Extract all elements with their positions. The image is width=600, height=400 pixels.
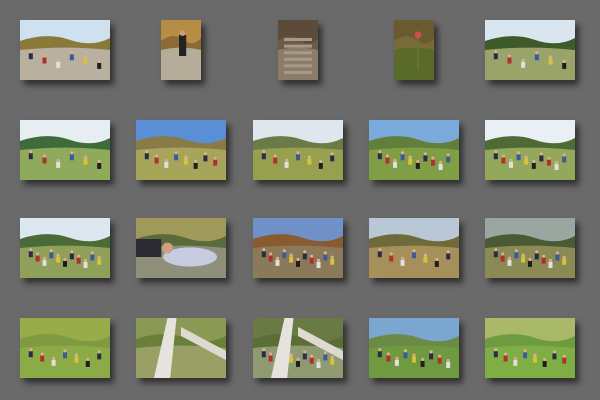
photo-thumbnail-r3c5[interactable] (485, 218, 575, 278)
photo-image (161, 20, 201, 80)
photo-thumbnail-r4c3[interactable] (253, 318, 343, 378)
photo-image (485, 120, 575, 180)
photo-thumbnail-r1c1[interactable] (20, 20, 110, 80)
photo-image (369, 318, 459, 378)
photo-image (253, 218, 343, 278)
photo-image (20, 20, 110, 80)
photo-thumbnail-r3c3[interactable] (253, 218, 343, 278)
photo-thumbnail-r4c1[interactable] (20, 318, 110, 378)
photo-thumbnail-r2c5[interactable] (485, 120, 575, 180)
photo-image (278, 20, 318, 80)
photo-image (253, 120, 343, 180)
photo-image (369, 218, 459, 278)
photo-thumbnail-r2c4[interactable] (369, 120, 459, 180)
photo-image (485, 318, 575, 378)
photo-image (369, 120, 459, 180)
photo-thumbnail-r2c2[interactable] (136, 120, 226, 180)
photo-image (136, 120, 226, 180)
photo-image (485, 20, 575, 80)
photo-image (20, 120, 110, 180)
photo-thumbnail-r2c1[interactable] (20, 120, 110, 180)
photo-image (485, 218, 575, 278)
photo-image (20, 218, 110, 278)
photo-image (20, 318, 110, 378)
photo-thumbnail-r4c5[interactable] (485, 318, 575, 378)
photo-thumbnail-r3c1[interactable] (20, 218, 110, 278)
photo-thumbnail-r3c4[interactable] (369, 218, 459, 278)
photo-thumbnail-r4c2[interactable] (136, 318, 226, 378)
photo-thumbnail-r1c2[interactable] (161, 20, 201, 80)
photo-thumbnail-r2c3[interactable] (253, 120, 343, 180)
photo-thumbnail-r1c3[interactable] (278, 20, 318, 80)
photo-thumbnail-r1c5[interactable] (485, 20, 575, 80)
photo-image (253, 318, 343, 378)
photo-thumbnail-r4c4[interactable] (369, 318, 459, 378)
photo-image (394, 20, 434, 80)
photo-thumbnail-r1c4[interactable] (394, 20, 434, 80)
photo-image (136, 218, 226, 278)
photo-gallery-grid (0, 0, 600, 400)
photo-thumbnail-r3c2[interactable] (136, 218, 226, 278)
photo-image (136, 318, 226, 378)
